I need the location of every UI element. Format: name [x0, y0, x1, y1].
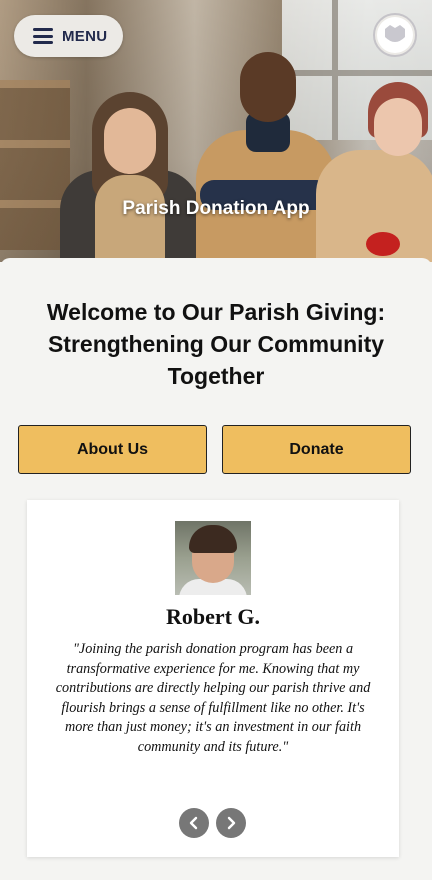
carousel-next-button[interactable]: [216, 808, 246, 838]
donate-button[interactable]: Donate: [222, 425, 411, 474]
testimonial-card: Robert G. "Joining the parish donation p…: [27, 500, 399, 857]
carousel-prev-button[interactable]: [179, 808, 209, 838]
page-headline: Welcome to Our Parish Giving: Strengthen…: [46, 299, 386, 389]
church-logo-icon[interactable]: [373, 13, 417, 57]
testimonial-name: Robert G.: [165, 604, 261, 629]
chevron-left-icon: [189, 816, 198, 830]
chevron-right-icon: [227, 816, 236, 830]
hamburger-icon: [33, 28, 53, 44]
about-us-button[interactable]: About Us: [18, 425, 207, 474]
menu-label: MENU: [62, 27, 108, 45]
hero-title: Parish Donation App: [122, 198, 310, 219]
testimonial-avatar: [175, 521, 251, 595]
menu-button[interactable]: MENU: [14, 15, 123, 57]
testimonial-quote: "Joining the parish donation program has…: [55, 641, 371, 755]
